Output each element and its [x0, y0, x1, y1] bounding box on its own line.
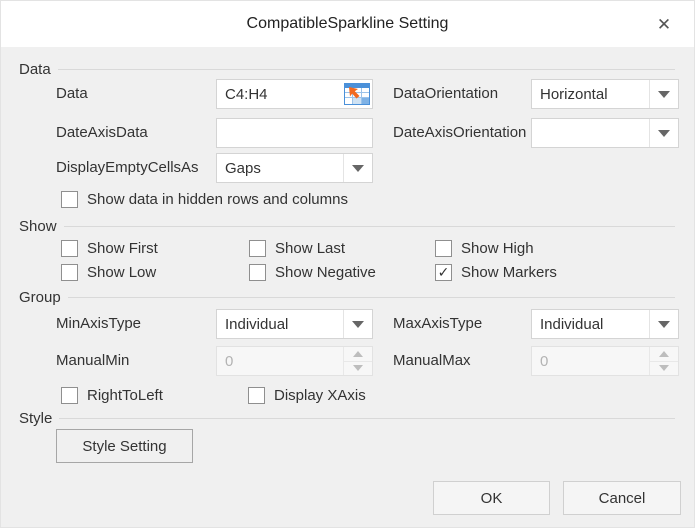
max-axis-type-select[interactable]: Individual — [531, 309, 679, 339]
data-orientation-value: Horizontal — [532, 86, 649, 103]
spinner-buttons — [649, 347, 678, 375]
style-group-label: Style — [19, 410, 52, 427]
show-markers-label: Show Markers — [461, 264, 557, 281]
max-axis-type-value: Individual — [532, 316, 649, 333]
right-to-left-label: RightToLeft — [87, 387, 163, 404]
max-axis-type-label: MaxAxisType — [393, 309, 482, 339]
spinner-down-button — [344, 362, 372, 376]
dialog-title: CompatibleSparkline Setting — [247, 15, 449, 33]
date-axis-orientation-label: DateAxisOrientation — [393, 118, 526, 148]
arrow-down-icon — [659, 365, 669, 371]
show-low-row: Show Low — [61, 263, 156, 281]
show-group-label: Show — [19, 218, 57, 235]
range-picker-icon[interactable] — [344, 83, 370, 105]
spinner-buttons — [343, 347, 372, 375]
min-axis-type-select[interactable]: Individual — [216, 309, 373, 339]
chevron-down-icon — [658, 91, 670, 98]
chevron-down-icon — [658, 130, 670, 137]
data-group-label: Data — [19, 61, 51, 78]
cancel-button[interactable]: Cancel — [563, 481, 681, 515]
show-high-checkbox[interactable] — [435, 240, 452, 257]
arrow-up-icon — [659, 351, 669, 357]
display-empty-cells-value: Gaps — [217, 160, 343, 177]
display-xaxis-label: Display XAxis — [274, 387, 366, 404]
data-orientation-label: DataOrientation — [393, 79, 498, 109]
manual-min-spinner: 0 — [216, 346, 373, 376]
spinner-up-button — [650, 347, 678, 362]
show-high-label: Show High — [461, 240, 534, 257]
show-low-checkbox[interactable] — [61, 264, 78, 281]
display-xaxis-row: Display XAxis — [248, 386, 366, 404]
show-negative-checkbox[interactable] — [249, 264, 266, 281]
style-setting-button[interactable]: Style Setting — [56, 429, 193, 463]
dropdown-arrow-button[interactable] — [649, 80, 678, 108]
show-first-row: Show First — [61, 239, 158, 257]
right-to-left-row: RightToLeft — [61, 386, 163, 404]
group-group-header: Group — [19, 288, 675, 306]
dropdown-arrow-button[interactable] — [343, 310, 372, 338]
show-markers-row: Show Markers — [435, 263, 557, 281]
divider — [59, 418, 675, 419]
dropdown-arrow-button[interactable] — [649, 310, 678, 338]
show-hidden-checkbox[interactable] — [61, 191, 78, 208]
spinner-up-button — [344, 347, 372, 362]
show-first-checkbox[interactable] — [61, 240, 78, 257]
min-axis-type-label: MinAxisType — [56, 309, 141, 339]
group-group-label: Group — [19, 289, 61, 306]
display-empty-cells-label: DisplayEmptyCellsAs — [56, 153, 199, 183]
data-field-label: Data — [56, 79, 88, 109]
display-empty-cells-select[interactable]: Gaps — [216, 153, 373, 183]
right-to-left-checkbox[interactable] — [61, 387, 78, 404]
show-negative-label: Show Negative — [275, 264, 376, 281]
divider — [58, 69, 675, 70]
chevron-down-icon — [352, 321, 364, 328]
manual-max-label: ManualMax — [393, 346, 471, 376]
ok-button[interactable]: OK — [433, 481, 550, 515]
data-orientation-select[interactable]: Horizontal — [531, 79, 679, 109]
show-hidden-checkbox-label: Show data in hidden rows and columns — [87, 191, 348, 208]
close-icon[interactable]: ✕ — [652, 13, 676, 37]
date-axis-orientation-select[interactable] — [531, 118, 679, 148]
divider — [64, 226, 675, 227]
date-axis-data-label: DateAxisData — [56, 118, 148, 148]
display-xaxis-checkbox[interactable] — [248, 387, 265, 404]
manual-min-label: ManualMin — [56, 346, 129, 376]
manual-max-spinner: 0 — [531, 346, 679, 376]
show-last-label: Show Last — [275, 240, 345, 257]
show-negative-row: Show Negative — [249, 263, 376, 281]
show-group-header: Show — [19, 217, 675, 235]
show-first-label: Show First — [87, 240, 158, 257]
dropdown-arrow-button[interactable] — [649, 119, 678, 147]
data-range-field — [216, 79, 373, 109]
show-hidden-checkbox-row: Show data in hidden rows and columns — [61, 190, 348, 208]
spinner-down-button — [650, 362, 678, 376]
data-group-header: Data — [19, 60, 675, 78]
min-axis-type-value: Individual — [217, 316, 343, 333]
show-last-checkbox[interactable] — [249, 240, 266, 257]
divider — [68, 297, 675, 298]
chevron-down-icon — [658, 321, 670, 328]
show-low-label: Show Low — [87, 264, 156, 281]
dropdown-arrow-button[interactable] — [343, 154, 372, 182]
data-range-input[interactable] — [217, 80, 344, 108]
show-last-row: Show Last — [249, 239, 345, 257]
manual-min-value: 0 — [217, 353, 343, 370]
show-markers-checkbox[interactable] — [435, 264, 452, 281]
date-axis-data-field — [216, 118, 373, 148]
title-bar: CompatibleSparkline Setting ✕ — [1, 1, 694, 47]
date-axis-data-input[interactable] — [217, 119, 372, 147]
style-group-header: Style — [19, 409, 675, 427]
arrow-down-icon — [353, 365, 363, 371]
manual-max-value: 0 — [532, 353, 649, 370]
chevron-down-icon — [352, 165, 364, 172]
compatible-sparkline-setting-dialog: CompatibleSparkline Setting ✕ Data Data … — [0, 0, 695, 528]
arrow-up-icon — [353, 351, 363, 357]
show-high-row: Show High — [435, 239, 534, 257]
